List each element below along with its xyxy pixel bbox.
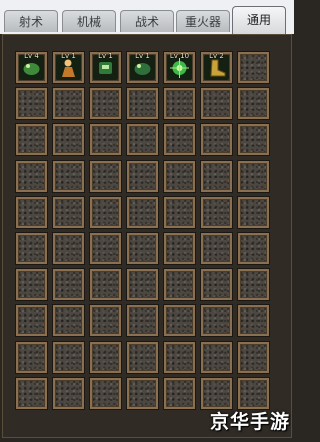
empty-skill-slot[interactable] <box>201 269 232 300</box>
tab-mechanics[interactable]: 机械 <box>62 10 116 32</box>
empty-skill-slot[interactable] <box>53 378 84 409</box>
empty-skill-slot[interactable] <box>238 124 269 155</box>
empty-skill-slot[interactable] <box>127 305 158 336</box>
empty-skill-slot[interactable] <box>53 342 84 373</box>
tab-general[interactable]: 通用 <box>232 6 286 34</box>
empty-skill-slot[interactable] <box>90 342 121 373</box>
empty-skill-slot[interactable] <box>164 124 195 155</box>
empty-skill-slot[interactable] <box>201 233 232 264</box>
empty-skill-slot[interactable] <box>127 378 158 409</box>
skill-level-label: Lv 1 <box>135 52 150 60</box>
skill-grid-panel: Lv 4 Lv 1 Lv 1 Lv 1 Lv 10 Lv 2 <box>2 34 292 438</box>
empty-skill-slot[interactable] <box>90 88 121 119</box>
empty-skill-slot[interactable] <box>16 233 47 264</box>
empty-skill-slot[interactable] <box>90 378 121 409</box>
empty-skill-slot[interactable] <box>53 305 84 336</box>
empty-skill-slot[interactable] <box>164 305 195 336</box>
empty-skill-slot[interactable] <box>164 342 195 373</box>
empty-skill-slot[interactable] <box>90 269 121 300</box>
skill-tab-bar: 射术 机械 战术 重火器 通用 <box>0 0 294 34</box>
empty-skill-slot[interactable] <box>16 305 47 336</box>
empty-skill-slot[interactable] <box>90 197 121 228</box>
empty-skill-slot[interactable] <box>238 342 269 373</box>
empty-skill-slot[interactable] <box>238 88 269 119</box>
empty-skill-slot[interactable] <box>164 161 195 192</box>
empty-skill-slot[interactable] <box>53 124 84 155</box>
empty-skill-slot[interactable] <box>90 233 121 264</box>
empty-skill-slot[interactable] <box>127 88 158 119</box>
empty-skill-slot[interactable] <box>127 124 158 155</box>
skill-level-label: Lv 1 <box>98 52 113 60</box>
empty-skill-slot[interactable] <box>201 378 232 409</box>
empty-skill-slot[interactable] <box>127 269 158 300</box>
empty-skill-slot[interactable] <box>238 305 269 336</box>
empty-skill-slot[interactable] <box>164 378 195 409</box>
empty-skill-slot[interactable] <box>164 233 195 264</box>
empty-skill-slot[interactable] <box>164 197 195 228</box>
empty-skill-slot[interactable] <box>201 342 232 373</box>
skill-level-label: Lv 2 <box>209 52 224 60</box>
empty-skill-slot[interactable] <box>201 305 232 336</box>
empty-skill-slot[interactable] <box>16 378 47 409</box>
empty-skill-slot[interactable] <box>201 197 232 228</box>
empty-skill-slot[interactable] <box>201 88 232 119</box>
empty-skill-slot[interactable] <box>127 161 158 192</box>
empty-skill-slot[interactable] <box>127 197 158 228</box>
empty-skill-slot[interactable] <box>238 161 269 192</box>
skill-slot[interactable]: Lv 4 <box>16 52 47 83</box>
empty-skill-slot[interactable] <box>127 342 158 373</box>
empty-skill-slot[interactable] <box>16 161 47 192</box>
empty-skill-slot[interactable] <box>53 161 84 192</box>
watermark-logo: 京华手游 <box>209 411 290 433</box>
skill-slot[interactable]: Lv 2 <box>201 52 232 83</box>
empty-skill-slot[interactable] <box>90 305 121 336</box>
empty-skill-slot[interactable] <box>238 378 269 409</box>
empty-skill-slot[interactable] <box>53 233 84 264</box>
tab-heavy-weapons[interactable]: 重火器 <box>176 10 230 32</box>
empty-skill-slot[interactable] <box>238 52 269 83</box>
empty-skill-slot[interactable] <box>238 269 269 300</box>
skill-level-label: Lv 1 <box>61 52 76 60</box>
empty-skill-slot[interactable] <box>53 88 84 119</box>
empty-skill-slot[interactable] <box>16 342 47 373</box>
skill-slot[interactable]: Lv 1 <box>127 52 158 83</box>
empty-skill-slot[interactable] <box>238 233 269 264</box>
empty-skill-slot[interactable] <box>90 124 121 155</box>
empty-skill-slot[interactable] <box>201 161 232 192</box>
empty-skill-slot[interactable] <box>201 124 232 155</box>
empty-skill-slot[interactable] <box>16 269 47 300</box>
empty-skill-slot[interactable] <box>16 88 47 119</box>
empty-skill-slot[interactable] <box>53 269 84 300</box>
skill-level-label: Lv 10 <box>169 52 190 60</box>
skill-slot[interactable]: Lv 10 <box>164 52 195 83</box>
tab-marksmanship[interactable]: 射术 <box>4 10 58 32</box>
empty-skill-slot[interactable] <box>16 124 47 155</box>
empty-skill-slot[interactable] <box>164 269 195 300</box>
tab-tactics[interactable]: 战术 <box>120 10 174 32</box>
skill-slot[interactable]: Lv 1 <box>90 52 121 83</box>
empty-skill-slot[interactable] <box>238 197 269 228</box>
empty-skill-slot[interactable] <box>90 161 121 192</box>
empty-skill-slot[interactable] <box>16 197 47 228</box>
empty-skill-slot[interactable] <box>53 197 84 228</box>
skill-level-label: Lv 4 <box>24 52 39 60</box>
empty-skill-slot[interactable] <box>127 233 158 264</box>
skill-slot[interactable]: Lv 1 <box>53 52 84 83</box>
empty-skill-slot[interactable] <box>164 88 195 119</box>
